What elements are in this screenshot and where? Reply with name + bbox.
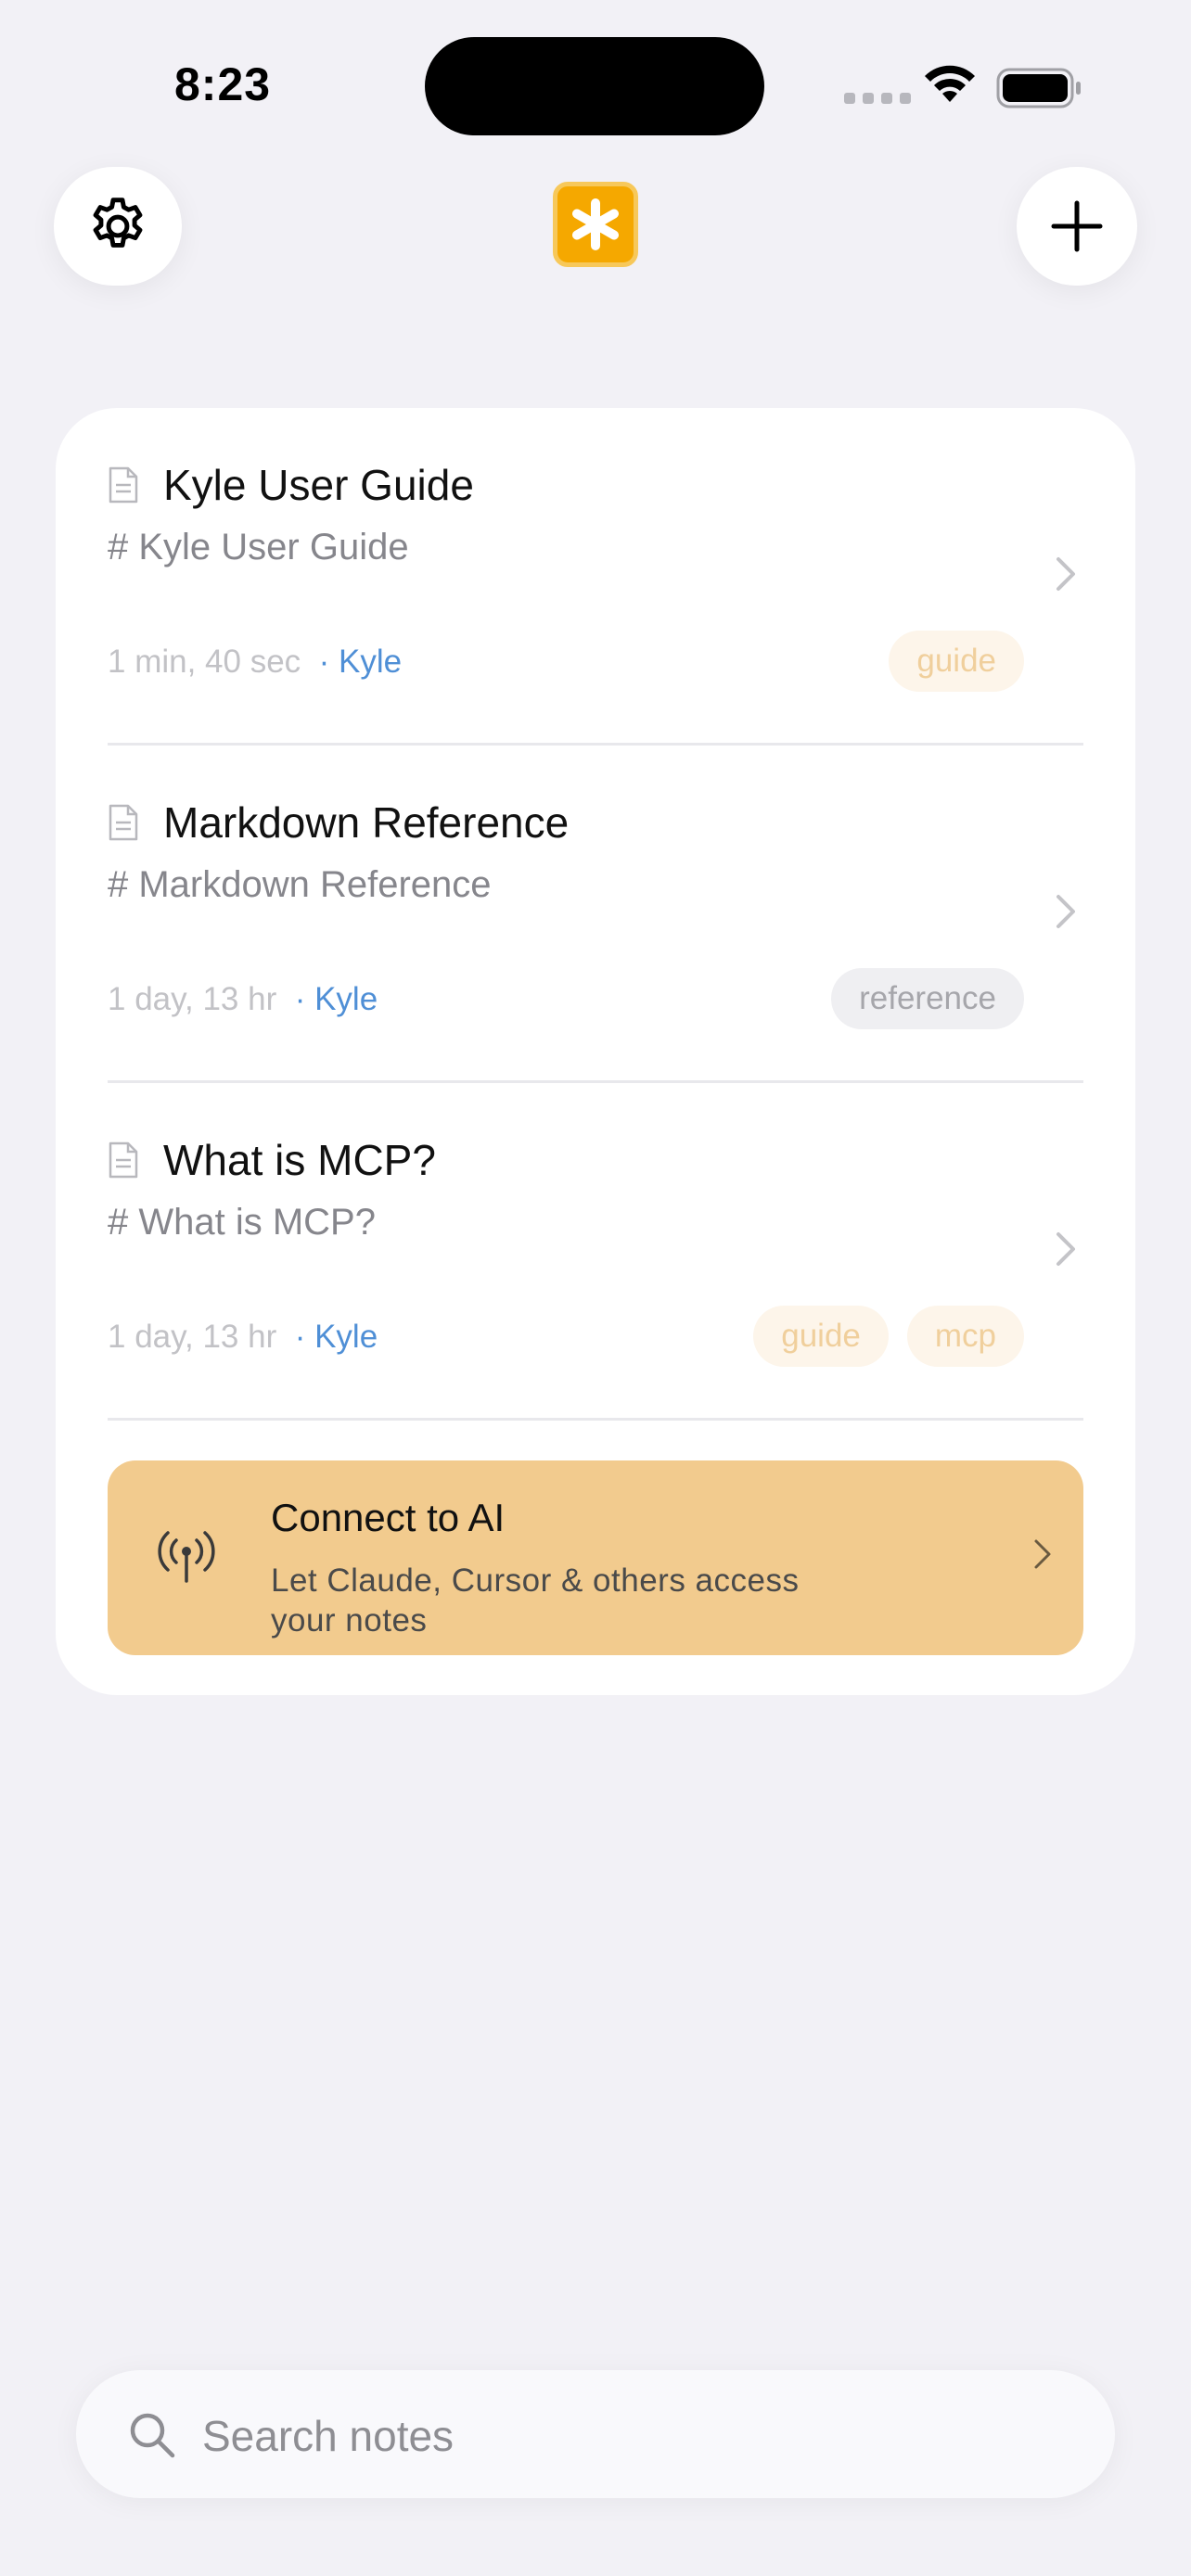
wifi-icon <box>922 65 978 112</box>
asterisk-logo-icon <box>572 198 619 250</box>
app-logo <box>553 182 638 267</box>
chevron-right-icon <box>1057 557 1075 591</box>
note-meta: 1 min, 40 sec · Kyle <box>108 644 402 681</box>
note-time: 1 day, 13 hr <box>108 981 277 1017</box>
note-preview: # What is MCP? <box>108 1202 376 1243</box>
plus-icon <box>1051 200 1103 252</box>
note-item[interactable]: What is MCP? # What is MCP? 1 day, 13 hr… <box>108 1083 1083 1421</box>
add-note-button[interactable] <box>1017 167 1137 286</box>
note-tags: guide <box>889 631 1024 692</box>
tag-mcp[interactable]: mcp <box>906 1306 1024 1367</box>
note-title: Markdown Reference <box>163 798 570 847</box>
connect-title: Connect to AI <box>271 1496 506 1539</box>
search-input[interactable]: Search notes <box>76 2370 1115 2498</box>
note-title: Kyle User Guide <box>163 461 474 509</box>
gear-icon <box>93 198 143 248</box>
note-tags: guide mcp <box>753 1306 1024 1367</box>
notes-list: Kyle User Guide # Kyle User Guide 1 min,… <box>56 408 1135 1695</box>
tag-guide[interactable]: guide <box>889 631 1024 692</box>
note-meta: 1 day, 13 hr · Kyle <box>108 1319 378 1356</box>
chevron-right-icon <box>1057 1232 1075 1266</box>
note-tags: reference <box>831 968 1024 1029</box>
connect-subtitle: Let Claude, Cursor & others access your … <box>271 1562 800 1639</box>
settings-button[interactable] <box>54 167 182 286</box>
note-time: 1 min, 40 sec <box>108 644 301 680</box>
note-item[interactable]: Kyle User Guide # Kyle User Guide 1 min,… <box>108 408 1083 746</box>
document-icon <box>109 804 138 841</box>
note-time: 1 day, 13 hr <box>108 1319 277 1355</box>
note-preview: # Markdown Reference <box>108 864 492 905</box>
search-icon <box>130 2413 175 2458</box>
document-icon <box>109 466 138 504</box>
note-title: What is MCP? <box>163 1136 436 1184</box>
connect-to-ai-button[interactable]: Connect to AI Let Claude, Cursor & other… <box>108 1460 1083 1655</box>
chevron-right-icon <box>1057 895 1075 928</box>
tag-guide[interactable]: guide <box>753 1306 889 1367</box>
dynamic-island <box>425 37 764 135</box>
note-author: · Kyle <box>318 644 403 680</box>
status-time: 8:23 <box>174 58 272 110</box>
note-item[interactable]: Markdown Reference # Markdown Reference … <box>108 746 1083 1083</box>
document-icon <box>109 1141 138 1179</box>
note-author: · Kyle <box>294 1319 378 1355</box>
note-author: · Kyle <box>294 981 378 1017</box>
tag-reference[interactable]: reference <box>831 968 1024 1029</box>
note-meta: 1 day, 13 hr · Kyle <box>108 981 378 1018</box>
divider <box>108 1418 1083 1421</box>
search-placeholder: Search notes <box>202 2412 455 2460</box>
antenna-icon <box>158 1531 215 1583</box>
chevron-right-icon <box>1034 1539 1051 1569</box>
cellular-signal-icon <box>844 93 911 104</box>
battery-icon <box>996 68 1083 113</box>
note-preview: # Kyle User Guide <box>108 527 409 567</box>
